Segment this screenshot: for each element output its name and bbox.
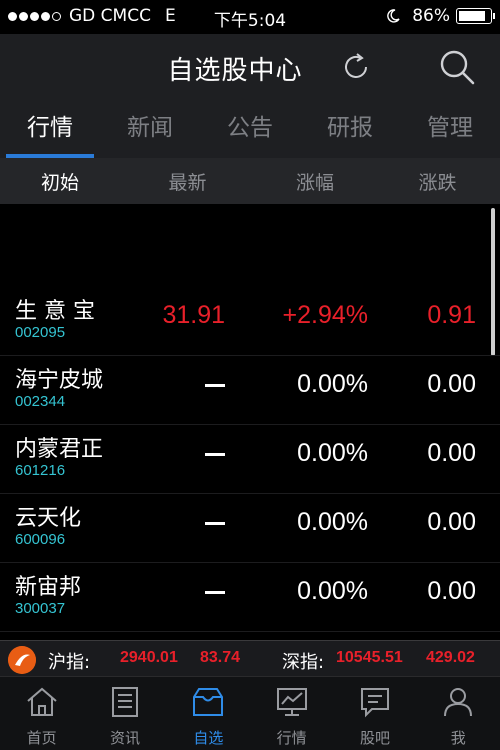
stock-change-pct: 0.00% [297, 439, 368, 467]
shenzhen-index-label: 深指: [282, 652, 325, 673]
bottom-tab-news[interactable]: 资讯 [83, 677, 166, 750]
stock-price-dash [205, 577, 225, 606]
status-right: 86% [386, 6, 495, 26]
stock-name: 云天化 [15, 506, 82, 531]
stock-change-pct: 0.00% [297, 508, 368, 536]
bottom-tab-label: 行情 [276, 729, 307, 747]
shanghai-index-change: 83.74 [200, 649, 241, 666]
stock-name: 内蒙君正 [15, 437, 104, 462]
stock-code: 002095 [15, 324, 66, 341]
stock-price-dash [205, 370, 225, 399]
stock-change-pct: +2.94% [282, 301, 369, 329]
stock-row[interactable]: 内蒙君正 601216 0.00% 0.00 [0, 425, 500, 494]
stock-change: 0.91 [427, 301, 476, 329]
stock-row[interactable]: 新宙邦 300037 0.00% 0.00 [0, 563, 500, 632]
bottom-tab-label: 自选 [193, 729, 224, 747]
tab-announcements[interactable]: 公告 [200, 100, 300, 158]
column-latest[interactable]: 最新 [120, 168, 255, 195]
status-bar: GD CMCC E 下午5:04 86% [0, 0, 500, 34]
page-title: 自选股中心 [167, 56, 303, 86]
column-header: 初始 最新 涨幅 涨跌 [0, 158, 500, 204]
forum-icon [360, 688, 389, 718]
bottom-tab-label: 我 [450, 729, 466, 747]
stock-code: 600096 [15, 531, 66, 548]
user-icon [444, 688, 473, 717]
news-icon [111, 687, 138, 717]
bottom-tab-forum[interactable]: 股吧 [333, 677, 416, 750]
stock-code: 601216 [15, 462, 66, 479]
home-icon [27, 687, 57, 716]
tab-manage[interactable]: 管理 [400, 100, 500, 158]
stock-price: 31.91 [162, 301, 225, 329]
stock-change: 0.00 [427, 577, 476, 605]
refresh-icon[interactable] [340, 51, 372, 83]
stock-change: 0.00 [427, 370, 476, 398]
stock-price-dash [205, 508, 225, 537]
stock-name: 生 意 宝 [15, 299, 95, 324]
stock-change-pct: 0.00% [297, 370, 368, 398]
stock-row[interactable]: 海宁皮城 002344 0.00% 0.00 [0, 356, 500, 425]
stock-name: 海宁皮城 [15, 368, 104, 393]
stock-list[interactable]: 生 意 宝 002095 31.91 +2.94% 0.91 海宁皮城 0023… [0, 204, 500, 640]
moon-icon [387, 9, 400, 23]
bottom-tab-bar: 首页 资讯 自选 行情 股吧 我 [0, 676, 500, 750]
bottom-tab-label: 首页 [26, 729, 57, 747]
tab-quotes[interactable]: 行情 [0, 100, 100, 158]
tab-research[interactable]: 研报 [300, 100, 400, 158]
stock-row[interactable]: 生 意 宝 002095 31.91 +2.94% 0.91 [0, 287, 500, 356]
shanghai-index-label: 沪指: [48, 652, 91, 673]
stock-change-pct: 0.00% [297, 577, 368, 605]
battery-percent: 86% [412, 6, 450, 26]
bottom-tab-label: 资讯 [109, 729, 140, 747]
bottom-tab-watchlist[interactable]: 自选 [167, 677, 250, 750]
stock-change: 0.00 [427, 439, 476, 467]
shanghai-index-value: 2940.01 [120, 649, 178, 666]
watchlist-icon [193, 688, 224, 716]
battery-icon [456, 8, 495, 24]
index-ticker-bar[interactable]: 沪指: 2940.01 83.74 深指: 10545.51 429.02 [0, 640, 500, 676]
stock-row[interactable]: 云天化 600096 0.00% 0.00 [0, 494, 500, 563]
tab-news[interactable]: 新闻 [100, 100, 200, 158]
stock-name: 新宙邦 [15, 575, 82, 600]
column-change[interactable]: 涨跌 [375, 168, 500, 195]
shenzhen-index-change: 429.02 [426, 649, 475, 666]
stock-price-dash [205, 439, 225, 468]
stock-code: 300037 [15, 600, 66, 617]
nav-bar: 自选股中心 [0, 34, 500, 100]
column-change-pct[interactable]: 涨幅 [255, 168, 375, 195]
bottom-tab-home[interactable]: 首页 [0, 677, 83, 750]
chart-icon [276, 688, 307, 716]
stock-code: 002344 [15, 393, 66, 410]
stock-change: 0.00 [427, 508, 476, 536]
bottom-tab-market[interactable]: 行情 [250, 677, 333, 750]
app-logo-icon [8, 646, 36, 674]
category-tabs: 行情 新闻 公告 研报 管理 [0, 100, 500, 158]
bottom-tab-label: 股吧 [359, 729, 390, 747]
search-icon[interactable] [438, 48, 476, 86]
column-initial[interactable]: 初始 [0, 168, 120, 195]
shenzhen-index-value: 10545.51 [336, 649, 403, 666]
bottom-tab-me[interactable]: 我 [417, 677, 500, 750]
